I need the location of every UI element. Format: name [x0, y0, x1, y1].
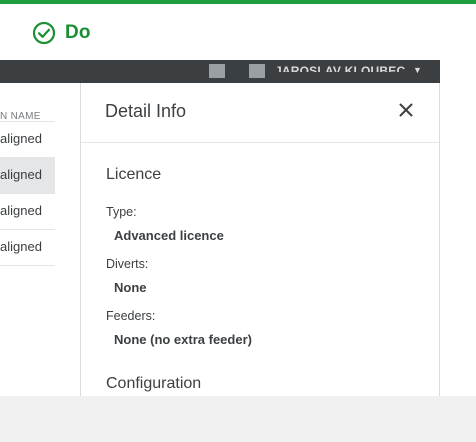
list-row-label: aligned: [0, 131, 42, 146]
toolbar-icon[interactable]: [209, 64, 225, 78]
diverts-label: Diverts:: [106, 257, 149, 271]
detail-header: Detail Info: [81, 83, 439, 143]
check-circle-icon: [32, 21, 56, 45]
type-label: Type:: [106, 205, 137, 219]
app-top-bar: JAROSLAV KLOUBEC ▼: [0, 60, 440, 83]
top-accent-bar: [0, 0, 476, 4]
item-list: N NAME aligned aligned aligned aligned: [0, 83, 55, 266]
feeders-value: None (no extra feeder): [114, 332, 252, 347]
column-header[interactable]: N NAME: [0, 83, 55, 122]
list-row-label: aligned: [0, 167, 42, 182]
list-row-selected[interactable]: aligned: [0, 157, 55, 193]
licence-section-title: Licence: [106, 166, 162, 183]
close-icon[interactable]: [399, 103, 413, 117]
list-row-label: aligned: [0, 239, 42, 254]
type-value: Advanced licence: [114, 228, 224, 243]
app-window: JAROSLAV KLOUBEC ▼ N NAME aligned aligne…: [0, 60, 440, 396]
detail-title: Detail Info: [105, 101, 187, 121]
feeders-label: Feeders:: [106, 309, 156, 323]
list-row[interactable]: aligned: [0, 193, 55, 229]
diverts-value: None: [114, 280, 147, 295]
list-row-label: aligned: [0, 203, 42, 218]
configuration-section-title: Configuration: [106, 375, 202, 392]
list-row[interactable]: aligned: [0, 121, 55, 157]
page-title: Do: [65, 22, 91, 43]
user-menu-name[interactable]: JAROSLAV KLOUBEC: [275, 64, 405, 72]
chevron-down-icon[interactable]: ▼: [413, 65, 422, 75]
list-row[interactable]: aligned: [0, 229, 55, 266]
page-background: [0, 396, 476, 442]
user-avatar[interactable]: [249, 64, 265, 78]
page-header: Do: [32, 20, 91, 46]
detail-panel: Detail Info Licence Type: Advanced licen…: [80, 83, 440, 396]
